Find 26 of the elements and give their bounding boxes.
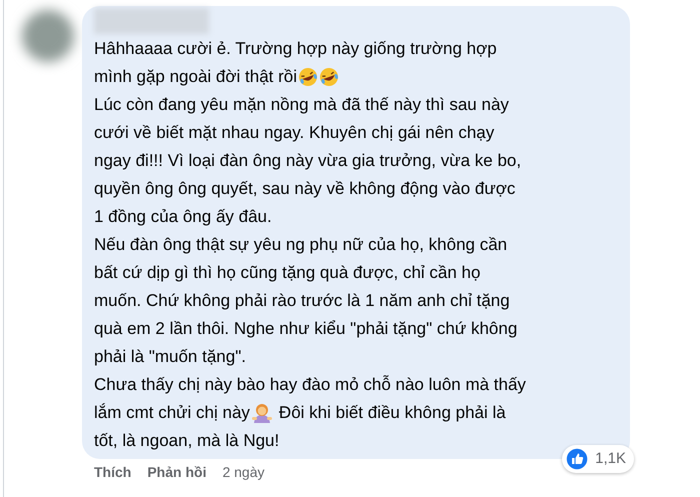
comment-text: Đôi khi biết điều không phải là bbox=[278, 402, 506, 424]
comment-text: quà em 2 lần thôi. Nghe như kiểu "phải tặng" chứ không bbox=[94, 318, 518, 340]
comment-text: phải là "muốn tặng". bbox=[94, 346, 246, 368]
laughing-emoji-icon bbox=[319, 67, 339, 87]
reply-link[interactable]: Phản hồi bbox=[147, 463, 206, 481]
comment-text: cưới về biết mặt nhau ngay. Khuyên chị gái nên chạy bbox=[94, 122, 494, 144]
comment-text: Nếu đàn ông thật sự yêu ng phụ nữ của họ, không cần bbox=[94, 234, 508, 256]
comment-text: Chưa thấy chị này bào hay đào mỏ chỗ nào luôn mà thấy bbox=[94, 374, 526, 396]
comment-text: Hâhhaaaa cười ẻ. Trường hợp này giống trường hợp bbox=[94, 38, 497, 60]
comment-text: Lúc còn đang yêu mặn nồng mà đã thế này thì sau này bbox=[94, 94, 509, 116]
comment-text: lắm cmt chửi chị này bbox=[94, 402, 250, 424]
comment-text: quyền ông ông quyết, sau này về không động vào được bbox=[94, 178, 516, 200]
thumbs-up-icon bbox=[565, 447, 590, 471]
reaction-badge[interactable]: 1,1K bbox=[562, 445, 634, 473]
comment-text: muốn. Chứ không phải rào trước là 1 năm anh chỉ tặng bbox=[94, 290, 510, 312]
avatar[interactable] bbox=[22, 10, 74, 62]
like-link[interactable]: Thích bbox=[94, 463, 132, 481]
laughing-emoji-icon bbox=[298, 67, 318, 87]
comment-text: bất cứ dịp gì thì họ cũng tặng quà được, chỉ cần họ bbox=[94, 262, 480, 284]
comment-text: tốt, là ngoan, mà là Ngu! bbox=[94, 430, 280, 452]
timestamp: 2 ngày bbox=[222, 463, 265, 481]
person-gesture-emoji-icon bbox=[250, 402, 273, 424]
comment-text: mình gặp ngoài đời thật rồi bbox=[94, 66, 297, 88]
comment-text: 1 đồng của ông ấy đâu. bbox=[94, 206, 272, 228]
comment-text: ngay đi!!! Vì loại đàn ông này vừa gia trưởng, vừa ke bo, bbox=[94, 150, 522, 172]
reaction-count: 1,1K bbox=[595, 448, 626, 469]
